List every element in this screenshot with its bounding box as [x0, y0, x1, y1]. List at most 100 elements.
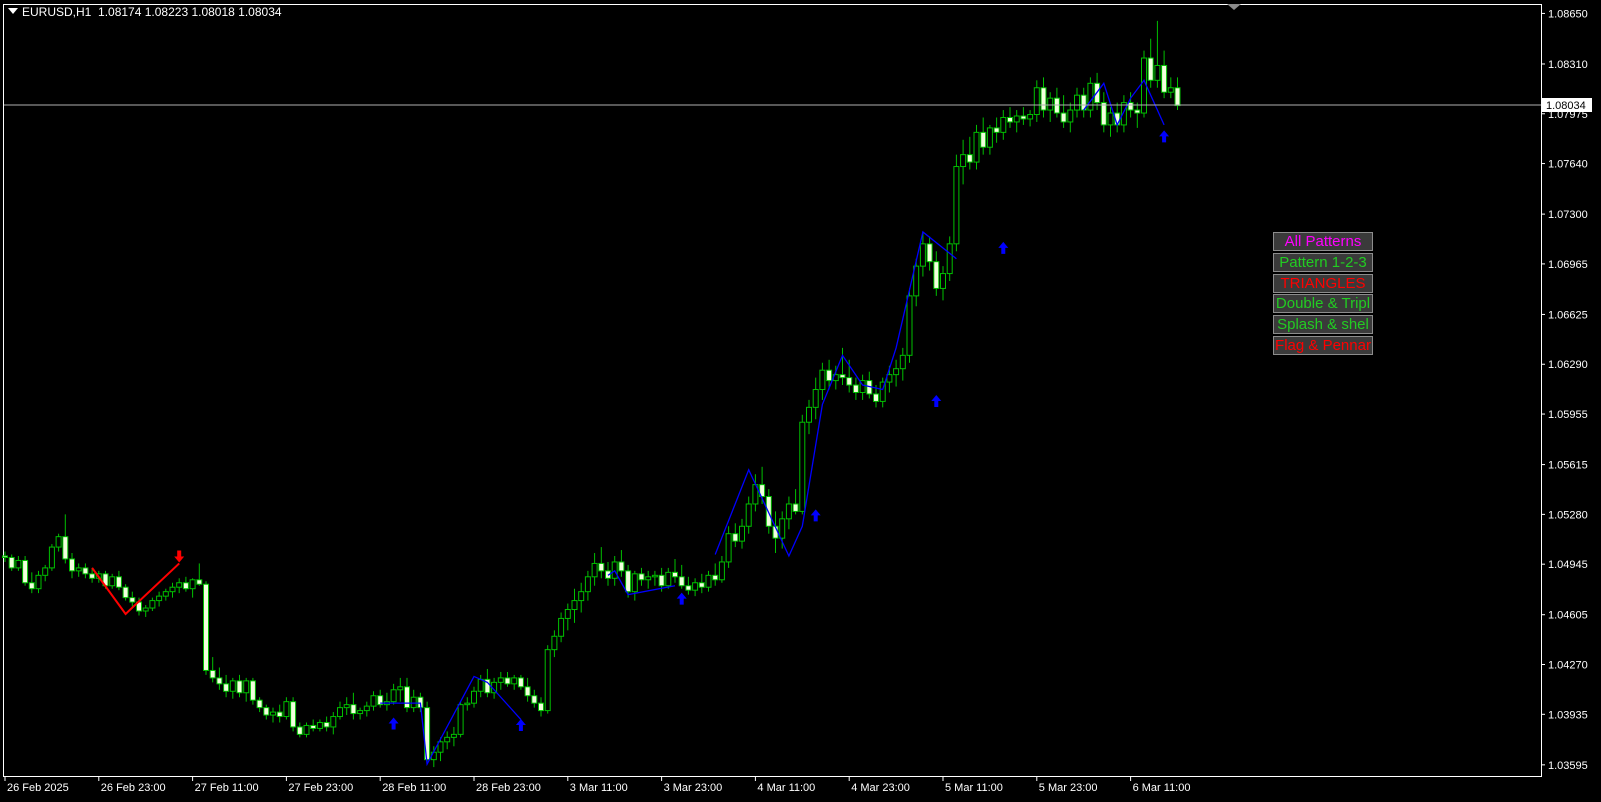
- bull-candle-body: [35, 574, 42, 590]
- candle: [799, 414, 806, 515]
- bull-candle-body: [806, 406, 812, 423]
- bull-candle-body: [946, 243, 953, 275]
- bear-candle-body: [538, 702, 544, 712]
- bull-candle-body: [893, 368, 900, 376]
- bull-candle-body: [169, 586, 176, 593]
- current-price-label: 1.08034: [1542, 98, 1592, 112]
- bull-candle-body: [785, 503, 792, 520]
- bull-candle-body: [1087, 82, 1094, 111]
- bull-candle-body: [1067, 109, 1074, 123]
- bear-candle-body: [873, 393, 879, 402]
- bear-candle-body: [1053, 97, 1060, 114]
- symbol-label: EURUSD,H1: [22, 5, 92, 19]
- bull-candle-body: [705, 574, 712, 588]
- bull-candle-body: [906, 295, 913, 356]
- bear-candle-body: [712, 574, 719, 581]
- bull-candle-body: [390, 689, 397, 703]
- dropdown-arrow-icon[interactable]: [8, 8, 18, 14]
- bear-candle-body: [672, 571, 678, 578]
- bear-candle-body: [310, 724, 317, 729]
- bear-candle-body: [28, 582, 35, 590]
- bull-candle-body: [812, 389, 819, 408]
- price-tick-label: 1.04270: [1548, 660, 1588, 672]
- candle: [424, 701, 431, 765]
- bull-candle-body: [665, 571, 672, 587]
- bear-candle-body: [236, 680, 243, 694]
- bear-candle-body: [209, 669, 216, 679]
- bear-candle-body: [404, 686, 410, 709]
- bull-candle-body: [571, 600, 578, 611]
- splash-shelf-button[interactable]: Splash & shel: [1273, 315, 1373, 334]
- candle: [22, 556, 29, 586]
- bull-candle-body: [189, 579, 196, 590]
- bear-candle-body: [792, 503, 799, 512]
- bear-candle-body: [846, 377, 853, 386]
- time-tick-label: 4 Mar 23:00: [851, 782, 910, 794]
- bear-candle-body: [115, 576, 122, 588]
- bear-candle-body: [203, 583, 209, 671]
- bear-candle-body: [531, 695, 538, 704]
- pattern-123-button[interactable]: Pattern 1-2-3: [1273, 253, 1373, 272]
- bull-candle-body: [363, 705, 370, 712]
- price-tick-label: 1.04605: [1548, 610, 1588, 622]
- bull-candle-body: [316, 721, 323, 729]
- double-triple-button[interactable]: Double & Tripl: [1273, 294, 1373, 313]
- bear-candle-body: [625, 570, 632, 593]
- bull-candle-body: [1074, 94, 1080, 111]
- bull-candle-body: [986, 127, 993, 148]
- time-tick-label: 27 Feb 23:00: [288, 782, 353, 794]
- bull-candle-body: [471, 690, 477, 704]
- candle: [953, 154, 960, 252]
- bull-candle-body: [176, 582, 183, 588]
- bull-candle-body: [819, 369, 826, 391]
- triangles-button[interactable]: TRIANGLES: [1273, 274, 1373, 293]
- bull-candle-body: [243, 680, 250, 694]
- price-tick-label: 1.03595: [1548, 760, 1588, 772]
- bull-candle-body: [162, 591, 169, 597]
- bull-candle-body: [973, 131, 980, 163]
- bull-candle-body: [1000, 116, 1007, 133]
- bull-candle-body: [357, 710, 364, 715]
- bear-candle-body: [1007, 116, 1013, 123]
- bull-candle-body: [497, 677, 504, 683]
- price-tick-label: 1.07300: [1548, 209, 1588, 221]
- bull-candle-body: [42, 567, 49, 576]
- flag-pennant-button[interactable]: Flag & Pennar: [1273, 336, 1373, 355]
- price-tick-label: 1.08310: [1548, 59, 1588, 71]
- price-tick-label: 1.05955: [1548, 409, 1588, 421]
- bull-candle-body: [343, 704, 350, 709]
- bear-candle-body: [122, 586, 129, 599]
- price-tick-label: 1.08650: [1548, 8, 1588, 20]
- bear-candle-body: [69, 558, 75, 572]
- price-chart[interactable]: 1.086501.083101.079751.076401.073001.069…: [0, 0, 1601, 797]
- bear-candle-body: [980, 131, 987, 148]
- chart-window[interactable]: 1.08650 1.08310 1.07975 1.07640 1.07300 1.069…: [0, 0, 1601, 797]
- bull-candle-body: [718, 561, 725, 581]
- bear-candle-body: [524, 686, 531, 697]
- bear-candle-body: [852, 384, 859, 393]
- bull-candle-body: [457, 704, 464, 735]
- bull-candle-body: [397, 686, 404, 691]
- bear-candle-body: [1020, 115, 1027, 120]
- bear-candle-body: [1147, 57, 1154, 81]
- bull-candle-body: [55, 536, 62, 548]
- bull-candle-body: [940, 273, 946, 289]
- bull-candle-body: [109, 576, 116, 587]
- bear-candle-body: [8, 556, 15, 569]
- bear-candle-body: [618, 561, 625, 572]
- bull-candle-body: [558, 617, 565, 637]
- bear-candle-body: [826, 369, 833, 382]
- bear-candle-body: [323, 721, 330, 728]
- bear-candle-body: [263, 707, 270, 716]
- all-patterns-button[interactable]: All Patterns: [1273, 232, 1373, 251]
- bear-candle-body: [839, 374, 846, 379]
- price-tick-label: 1.06625: [1548, 309, 1588, 321]
- ohlc-values: 1.08174 1.08223 1.08018 1.08034: [98, 5, 282, 19]
- bear-candle-body: [296, 726, 303, 735]
- bull-candle-body: [1013, 115, 1020, 123]
- bull-candle-body: [544, 649, 551, 712]
- bear-candle-body: [678, 576, 685, 587]
- bull-candle-body: [551, 635, 558, 651]
- time-tick-label: 26 Feb 2025: [7, 782, 69, 794]
- bull-candle-body: [779, 518, 786, 539]
